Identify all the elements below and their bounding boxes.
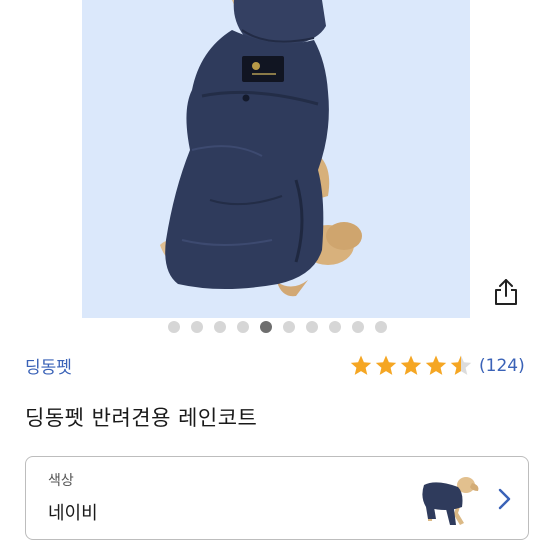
star-icon [350, 355, 372, 375]
option-value: 네이비 [48, 503, 98, 524]
option-label: 색상 [48, 473, 74, 489]
color-option-selector[interactable]: 색상 네이비 [25, 456, 529, 540]
star-icon [375, 355, 397, 375]
carousel-dot[interactable] [305, 321, 318, 333]
product-title: 딩동펫 반려견용 레인코트 [25, 406, 258, 430]
carousel-indicator[interactable] [0, 320, 554, 334]
carousel-dot[interactable] [351, 321, 364, 333]
share-icon [495, 279, 517, 305]
share-button[interactable] [490, 276, 522, 308]
carousel-dot[interactable] [282, 321, 295, 333]
brand-link[interactable]: 딩동펫 [25, 353, 72, 378]
carousel-dot[interactable] [213, 321, 226, 333]
carousel-dot[interactable] [328, 321, 341, 333]
star-icon [450, 355, 472, 375]
carousel-dot[interactable] [190, 321, 203, 333]
rating-stars [349, 354, 473, 378]
product-image[interactable] [82, 0, 470, 318]
carousel-dot[interactable] [167, 321, 180, 333]
carousel-dot[interactable] [236, 321, 249, 333]
dog-raincoat-illustration [160, 0, 362, 297]
rating[interactable]: (124) [349, 354, 525, 378]
star-icon [425, 355, 447, 375]
chevron-right-icon [498, 488, 511, 510]
carousel-dot[interactable] [374, 321, 387, 333]
carousel-dot[interactable] [259, 321, 272, 333]
option-thumbnail [422, 477, 479, 525]
star-icon [400, 355, 422, 375]
review-count[interactable]: (124) [479, 356, 525, 376]
